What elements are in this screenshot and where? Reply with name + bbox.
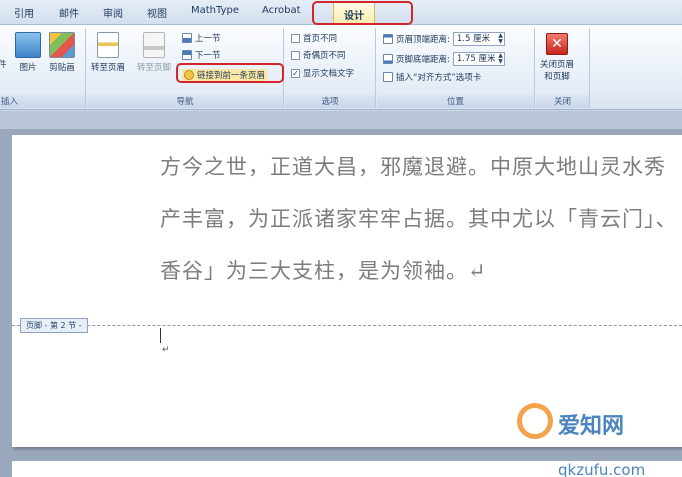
goto-header-button[interactable]: 转至页眉 xyxy=(91,32,125,73)
tab-review[interactable]: 审阅 xyxy=(103,5,123,20)
group-close-label: 关闭 xyxy=(536,95,589,108)
insert-align-tab-button[interactable]: 插入“对齐方式”选项卡 xyxy=(383,71,481,83)
clipart-button[interactable]: 剪贴画 xyxy=(49,32,75,73)
next-section-button[interactable]: 下一节 xyxy=(182,49,221,61)
show-doc-text-checkbox[interactable]: ✓ xyxy=(291,68,300,78)
first-page-diff-checkbox[interactable] xyxy=(291,33,300,43)
header-top-distance: 页眉顶端距离: 1.5 厘米 ▲ ▼ xyxy=(383,32,505,46)
group-options: 首页不同 奇偶页不同 ✓ 显示文档文字 选项 xyxy=(285,28,376,108)
group-navigation-label: 导航 xyxy=(87,95,283,108)
prev-section-button[interactable]: 上一节 xyxy=(182,32,221,44)
prev-section-label: 上一节 xyxy=(195,34,221,44)
odd-even-diff-label: 奇偶页不同 xyxy=(303,51,346,61)
picture-label: 图片 xyxy=(19,63,37,73)
header-top-value: 1.5 厘米 xyxy=(456,34,491,44)
link-previous-label: 链接到前一条页眉 xyxy=(197,71,266,81)
insert-align-tab-label: 插入“对齐方式”选项卡 xyxy=(396,73,482,83)
clipart-label: 剪贴画 xyxy=(49,63,75,73)
close-header-footer-button[interactable]: ✕ 关闭页眉 和页脚 xyxy=(540,33,574,82)
first-page-diff-label: 首页不同 xyxy=(303,34,338,44)
picture-icon xyxy=(15,32,41,58)
group-navigation: 转至页眉 转至页脚 上一节 下一节 链接到前一条页眉 导航 xyxy=(87,28,284,108)
goto-header-label: 转至页眉 xyxy=(91,63,126,73)
group-insert: 件 图片 剪贴画 插入 xyxy=(0,28,86,108)
close-icon: ✕ xyxy=(546,33,568,55)
link-previous-button[interactable]: 链接到前一条页眉 xyxy=(182,69,268,81)
watermark-title: 爱知网 xyxy=(558,414,625,439)
footer-bottom-label: 页脚底端距离: xyxy=(396,55,450,65)
tab-acrobat[interactable]: Acrobat xyxy=(262,5,301,16)
header-distance-icon xyxy=(383,34,393,44)
tab-design[interactable]: 设计 xyxy=(333,2,375,25)
document-page[interactable]: 方今之世，正道大昌，邪魔退避。中原大地山灵水秀 产丰富，为正派诸家牢牢占据。其中… xyxy=(12,135,682,447)
spinner-arrows-icon[interactable]: ▲ ▼ xyxy=(498,53,503,65)
goto-footer-label: 转至页脚 xyxy=(137,63,172,73)
watermark-url: qkzufu.com xyxy=(558,461,646,477)
odd-even-diff-checkbox[interactable] xyxy=(291,50,300,60)
footer-separator xyxy=(12,325,682,326)
ribbon: 件 图片 剪贴画 插入 转至页眉 转至页脚 上一节 下一节 链接到前一条页眉 导… xyxy=(0,25,682,110)
footer-distance-icon xyxy=(383,54,393,64)
group-position-label: 位置 xyxy=(377,95,534,108)
tab-view[interactable]: 视图 xyxy=(147,5,167,20)
show-doc-text-label: 显示文档文字 xyxy=(303,69,355,79)
footer-bottom-value: 1.75 厘米 xyxy=(456,54,496,64)
footer-section-tag: 页脚 - 第 2 节 - xyxy=(20,318,88,333)
text-cursor xyxy=(160,328,161,343)
group-position: 页眉顶端距离: 1.5 厘米 ▲ ▼ 页脚底端距离: 1.75 厘米 ▲ ▼ 插入“… xyxy=(377,28,535,108)
show-doc-text-option[interactable]: ✓ 显示文档文字 xyxy=(291,67,354,79)
header-top-spinner[interactable]: 1.5 厘米 ▲ ▼ xyxy=(452,32,505,46)
goto-footer-button[interactable]: 转至页脚 xyxy=(137,32,171,73)
picture-button[interactable]: 图片 xyxy=(15,32,41,73)
goto-footer-icon xyxy=(143,32,165,58)
paragraph-mark: ↵ xyxy=(162,345,170,355)
align-tab-icon xyxy=(383,72,393,82)
next-section-label: 下一节 xyxy=(195,51,221,61)
body-line-1: 方今之世，正道大昌，邪魔退避。中原大地山灵水秀 xyxy=(160,155,666,179)
close-line1: 关闭页眉 xyxy=(540,60,575,70)
odd-even-diff-option[interactable]: 奇偶页不同 xyxy=(291,49,346,61)
group-options-label: 选项 xyxy=(285,95,375,108)
footer-bottom-distance: 页脚底端距离: 1.75 厘米 ▲ ▼ xyxy=(383,52,505,66)
tab-mailings[interactable]: 邮件 xyxy=(59,5,79,20)
insert-partial-button[interactable]: 件 xyxy=(0,58,7,70)
goto-header-icon xyxy=(97,32,119,58)
ruler xyxy=(0,111,682,129)
prev-section-icon xyxy=(182,33,192,43)
tab-references[interactable]: 引用 xyxy=(14,5,34,20)
spinner-arrows-icon[interactable]: ▲ ▼ xyxy=(498,33,503,45)
clipart-icon xyxy=(49,32,75,58)
first-page-diff-option[interactable]: 首页不同 xyxy=(291,32,337,44)
next-section-icon xyxy=(182,50,192,60)
body-line-3: 香谷」为三大支柱，是为领袖。↵ xyxy=(160,259,487,283)
document-area: 方今之世，正道大昌，邪魔退避。中原大地山灵水秀 产丰富，为正派诸家牢牢占据。其中… xyxy=(0,111,682,477)
ribbon-tab-bar: 引用 邮件 审阅 视图 MathType Acrobat 设计 xyxy=(0,0,682,25)
footer-bottom-spinner[interactable]: 1.75 厘米 ▲ ▼ xyxy=(452,52,505,66)
body-line-2: 产丰富，为正派诸家牢牢占据。其中尤以「青云门」、 xyxy=(160,207,678,231)
group-insert-label: 插入 xyxy=(0,95,85,108)
group-close: ✕ 关闭页眉 和页脚 关闭 xyxy=(536,28,590,108)
header-top-label: 页眉顶端距离: xyxy=(396,35,450,45)
tab-mathtype[interactable]: MathType xyxy=(191,5,239,16)
close-line2: 和页脚 xyxy=(544,72,570,82)
watermark-logo-icon xyxy=(517,403,553,439)
link-chain-icon xyxy=(184,70,194,80)
